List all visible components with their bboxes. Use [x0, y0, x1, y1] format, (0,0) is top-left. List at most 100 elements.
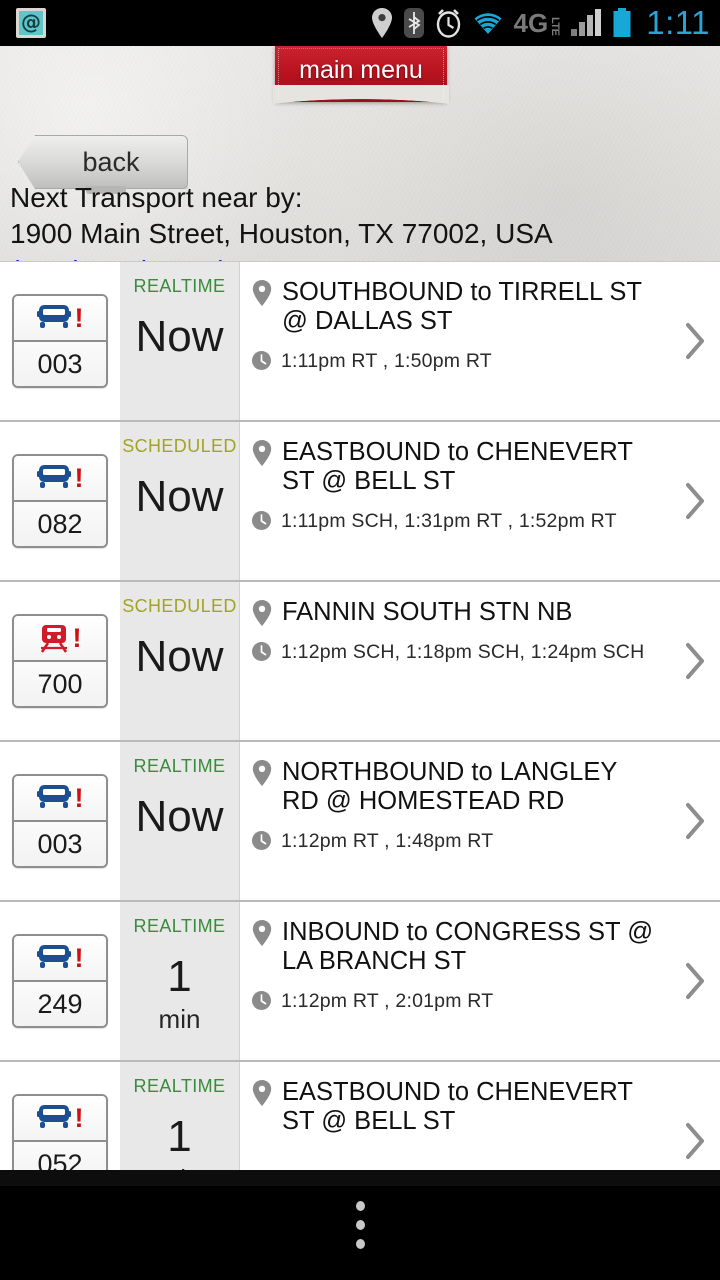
eta-kind-label: REALTIME — [134, 916, 226, 937]
eta-kind-label: REALTIME — [134, 276, 226, 297]
overflow-dot-3 — [356, 1239, 365, 1249]
times-text: 1:11pm RT , 1:50pm RT — [281, 350, 492, 372]
bus-icon — [37, 464, 71, 492]
bus-icon — [37, 304, 71, 332]
alert-exclamation-icon: ! — [75, 785, 84, 812]
location-pin-icon — [371, 8, 393, 38]
destination-line: EASTBOUND to CHENEVERT ST @ BELL ST — [252, 438, 720, 496]
departure-detail: EASTBOUND to CHENEVERT ST @ BELL ST1:11p… — [240, 422, 720, 580]
departure-row[interactable]: !082 SCHEDULED Now EASTBOUND to CHENEVERT S… — [0, 422, 720, 582]
eta-value: Now — [135, 309, 223, 365]
eta-value: 1 — [167, 949, 191, 1005]
destination-line: EASTBOUND to CHENEVERT ST @ BELL ST — [252, 1078, 720, 1136]
route-badge: !700 — [12, 614, 108, 708]
departures-list[interactable]: !003REALTIMENowSOUTHBOUND to TIRRELL ST … — [0, 262, 720, 1170]
overflow-menu-button[interactable] — [330, 1190, 390, 1260]
route-number: 003 — [14, 342, 106, 386]
chevron-right-icon — [684, 1122, 706, 1160]
route-badge-cell: !003 — [0, 262, 120, 420]
battery-icon — [612, 8, 632, 38]
times-line: 1:12pm SCH, 1:18pm SCH, 1:24pm SCH — [252, 641, 720, 663]
times-line: 1:12pm RT , 1:48pm RT — [252, 830, 720, 852]
eta-cell: SCHEDULED Now — [120, 422, 240, 580]
eta-kind-label: REALTIME — [134, 1076, 226, 1097]
eta-kind-label: SCHEDULED — [122, 596, 237, 617]
status-bar-clock: 1:11 — [646, 4, 710, 42]
eta-value: Now — [135, 469, 223, 525]
departure-detail: SOUTHBOUND to TIRRELL ST @ DALLAS ST 1:11… — [240, 262, 720, 420]
rail-icon — [39, 623, 69, 653]
destination-text: EASTBOUND to CHENEVERT ST @ BELL ST — [282, 438, 660, 496]
destination-text: NORTHBOUND to LANGLEY RD @ HOMESTEAD RD — [282, 758, 660, 816]
wifi-icon — [473, 10, 503, 36]
route-badge: ! 052 — [12, 1094, 108, 1170]
eta-kind-label: REALTIME — [134, 756, 226, 777]
chevron-right-icon — [684, 322, 706, 360]
email-stamp-glyph: @ — [21, 10, 41, 34]
route-number: 052 — [14, 1142, 106, 1170]
bluetooth-icon — [404, 8, 424, 38]
eta-value: Now — [135, 789, 223, 845]
eta-cell: REALTIME Now — [120, 742, 240, 900]
clock-icon — [252, 831, 271, 850]
header-text-block: Next Transport near by: 1900 Main Street… — [10, 180, 710, 262]
departure-row[interactable]: !003 REALTIME Now SOUTHBOUND to TIRRELL ST … — [0, 262, 720, 422]
signal-bars-icon — [571, 9, 601, 37]
route-mode-row: ! — [14, 776, 106, 822]
departure-row[interactable]: ! 003 REALTIME Now NORTHBOUND to LANGLEY RD … — [0, 742, 720, 902]
eta-unit: min — [159, 1005, 201, 1033]
departure-row[interactable]: !700 SCHEDULED Now FANNIN SOUTH STN NB 1:12p… — [0, 582, 720, 742]
departure-detail: NORTHBOUND to LANGLEY RD @ HOMESTEAD RD 1… — [240, 742, 720, 900]
alert-exclamation-icon: ! — [75, 945, 84, 972]
departure-detail: INBOUND to CONGRESS ST @ LA BRANCH ST 1:1… — [240, 902, 720, 1060]
destination-text: INBOUND to CONGRESS ST @ LA BRANCH ST — [282, 918, 660, 976]
departure-detail: EASTBOUND to CHENEVERT ST @ BELL ST — [240, 1062, 720, 1170]
route-mode-row: ! — [14, 296, 106, 342]
departure-row[interactable]: !249REALTIME1minINBOUND to CONGRESS ST @… — [0, 902, 720, 1062]
chevron-right-icon — [684, 482, 706, 520]
network-4glte-icon: 4G LTE — [514, 11, 561, 35]
eta-value: Now — [135, 629, 223, 685]
change-address-link[interactable]: (touch to change) — [10, 252, 710, 262]
route-number: 003 — [14, 822, 106, 866]
email-stamp-icon: @ — [16, 8, 46, 38]
current-address: 1900 Main Street, Houston, TX 77002, USA — [10, 216, 710, 252]
destination-line: NORTHBOUND to LANGLEY RD @ HOMESTEAD RD — [252, 758, 720, 816]
nav-bar-top-edge — [0, 1170, 720, 1186]
page-title: Next Transport near by: — [10, 180, 710, 216]
map-pin-icon — [252, 440, 272, 466]
phone-screen: @ — [0, 0, 720, 1280]
route-badge: !082 — [12, 454, 108, 548]
eta-kind-label: SCHEDULED — [122, 436, 237, 457]
main-menu-button[interactable]: main menu — [275, 46, 447, 102]
route-mode-row: ! — [14, 936, 106, 982]
map-pin-icon — [252, 1080, 272, 1106]
route-number: 082 — [14, 502, 106, 546]
overflow-dot-2 — [356, 1220, 365, 1230]
departure-detail: FANNIN SOUTH STN NB 1:12pm SCH, 1:18pm SC… — [240, 582, 720, 740]
times-line: 1:11pm RT , 1:50pm RT — [252, 350, 720, 372]
destination-line: SOUTHBOUND to TIRRELL ST @ DALLAS ST — [252, 278, 720, 336]
clock-icon — [252, 642, 271, 661]
chevron-right-icon — [684, 642, 706, 680]
departure-row[interactable]: ! 052 REALTIME1min EASTBOUND to CHENEVERT S… — [0, 1062, 720, 1170]
bus-icon — [37, 1104, 71, 1132]
alarm-clock-icon — [435, 8, 462, 38]
chevron-right-icon — [684, 802, 706, 840]
route-badge-cell: !082 — [0, 422, 120, 580]
times-text: 1:12pm SCH, 1:18pm SCH, 1:24pm SCH — [281, 641, 644, 663]
bus-icon — [37, 784, 71, 812]
network-type-label: 4G — [514, 11, 549, 35]
alert-exclamation-icon: ! — [75, 1105, 84, 1132]
clock-icon — [252, 351, 271, 370]
destination-text: EASTBOUND to CHENEVERT ST @ BELL ST — [282, 1078, 660, 1136]
destination-line: FANNIN SOUTH STN NB — [252, 598, 720, 627]
destination-line: INBOUND to CONGRESS ST @ LA BRANCH ST — [252, 918, 720, 976]
times-text: 1:12pm RT , 2:01pm RT — [281, 990, 493, 1012]
eta-cell: REALTIME Now — [120, 262, 240, 420]
clock-icon — [252, 991, 271, 1010]
android-status-bar: @ — [0, 0, 720, 46]
status-bar-system-icons: 4G LTE 1:11 — [371, 0, 710, 46]
overflow-dot-1 — [356, 1201, 365, 1211]
eta-cell: REALTIME1min — [120, 1062, 240, 1170]
